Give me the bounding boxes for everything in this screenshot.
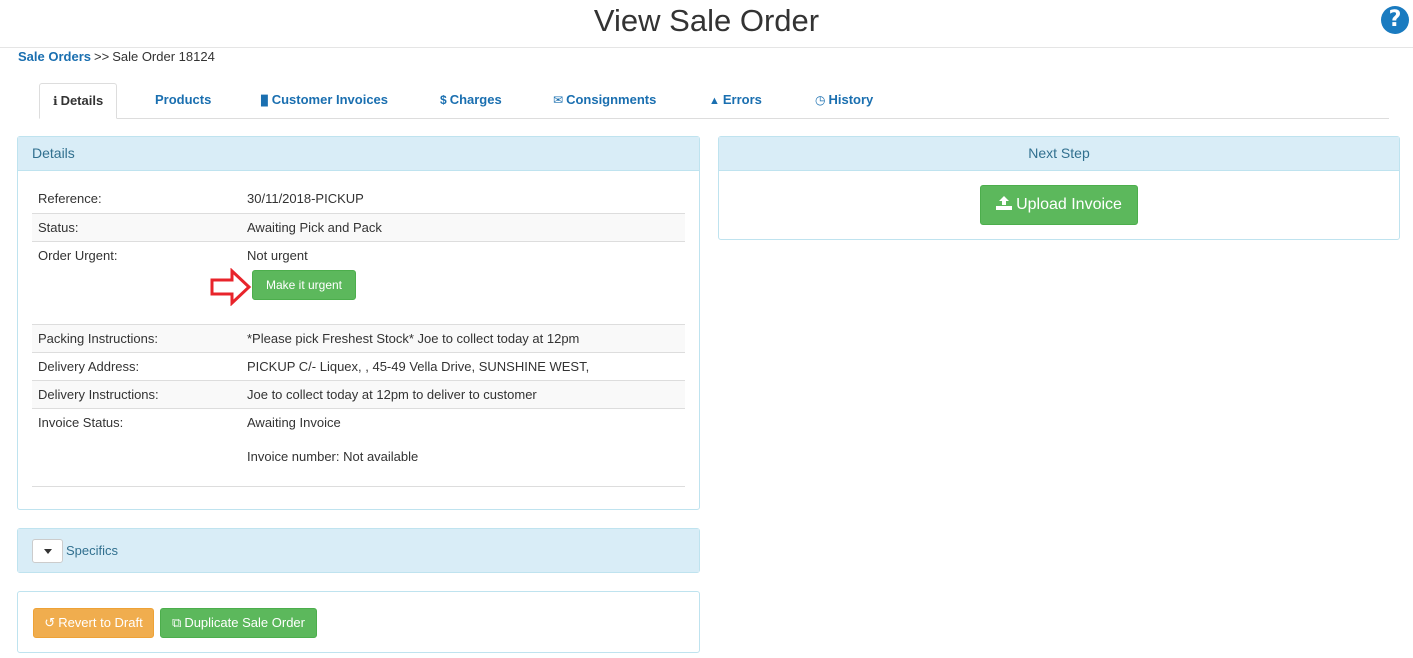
next-step-panel: Next Step Upload Invoice xyxy=(718,136,1400,240)
actions-panel: ↺ Revert to Draft ⧉ Duplicate Sale Order xyxy=(17,591,700,653)
tab-products[interactable]: Products xyxy=(155,83,211,119)
page-title: View Sale Order xyxy=(593,3,820,38)
detail-label: Invoice Status: xyxy=(38,415,124,430)
file-icon: ▉ xyxy=(261,96,269,107)
tab-errors[interactable]: ▲ Errors xyxy=(709,83,762,119)
detail-value: Joe to collect today at 12pm to deliver … xyxy=(247,387,537,402)
breadcrumb-sale-orders-link[interactable]: Sale Orders xyxy=(18,49,91,64)
detail-label: Order Urgent: xyxy=(38,248,118,263)
detail-row-order-urgent: Order Urgent: Not urgent Make it urgent xyxy=(32,241,685,324)
tab-bar: ℹ Details Products ▉ Customer Invoices $ Ch… xyxy=(39,83,1389,119)
detail-row-delivery-address: Delivery Address: PICKUP C/- Liquex, , 4… xyxy=(32,352,685,380)
info-icon: ℹ xyxy=(53,94,58,108)
detail-row-delivery-instructions: Delivery Instructions: Joe to collect to… xyxy=(32,380,685,408)
detail-value: *Please pick Freshest Stock* Joe to coll… xyxy=(247,331,580,346)
make-it-urgent-button[interactable]: Make it urgent xyxy=(252,270,356,300)
caret-down-icon xyxy=(43,549,52,555)
tab-consignments[interactable]: ✉ Consignments xyxy=(553,83,656,119)
detail-label: Delivery Instructions: xyxy=(38,387,159,402)
duplicate-sale-order-button[interactable]: ⧉ Duplicate Sale Order xyxy=(160,608,317,638)
tab-charges-label: Charges xyxy=(449,92,502,107)
detail-value: PICKUP C/- Liquex, , 45-49 Vella Drive, … xyxy=(247,359,590,374)
detail-row-packing-instructions: Packing Instructions: *Please pick Fresh… xyxy=(32,324,685,352)
detail-label: Packing Instructions: xyxy=(38,331,158,346)
detail-row-status: Status: Awaiting Pick and Pack xyxy=(32,213,685,241)
breadcrumb-separator: >> xyxy=(94,49,110,64)
specifics-toggle-button[interactable] xyxy=(32,539,63,563)
invoice-number-text: Invoice number: Not available xyxy=(247,449,419,464)
revert-to-draft-label: Revert to Draft xyxy=(58,615,143,630)
tab-history[interactable]: ◷ History xyxy=(815,83,873,119)
tab-details[interactable]: ℹ Details xyxy=(39,83,118,119)
warning-icon: ▲ xyxy=(709,95,720,107)
copy-icon: ⧉ xyxy=(172,615,182,630)
upload-icon xyxy=(996,196,1013,210)
header-divider xyxy=(0,47,1413,48)
specifics-panel: Specifics xyxy=(17,528,700,573)
dollar-icon: $ xyxy=(440,93,447,107)
tab-customer-invoices-label: Customer Invoices xyxy=(271,92,389,107)
detail-value: 30/11/2018-PICKUP xyxy=(247,191,364,206)
detail-row-reference: Reference: 30/11/2018-PICKUP xyxy=(32,185,685,214)
breadcrumb: Sale Orders >> Sale Order 18124 xyxy=(18,49,215,65)
clock-icon: ◷ xyxy=(815,93,826,107)
details-panel-heading: Details xyxy=(18,137,699,171)
tab-consignments-label: Consignments xyxy=(566,92,657,107)
revert-to-draft-button[interactable]: ↺ Revert to Draft xyxy=(33,608,154,638)
detail-value: Awaiting Pick and Pack xyxy=(247,220,382,235)
next-step-heading: Next Step xyxy=(719,137,1399,171)
tab-charges[interactable]: $ Charges xyxy=(440,83,502,119)
undo-icon: ↺ xyxy=(44,615,56,630)
upload-invoice-label: Upload Invoice xyxy=(1016,196,1122,213)
tab-products-label: Products xyxy=(155,92,212,107)
help-icon[interactable]: ? xyxy=(1381,6,1409,34)
upload-invoice-button[interactable]: Upload Invoice xyxy=(980,185,1138,225)
detail-label: Delivery Address: xyxy=(38,359,140,374)
tab-customer-invoices[interactable]: ▉ Customer Invoices xyxy=(261,83,388,119)
detail-label: Status: xyxy=(38,220,79,235)
tab-details-label: Details xyxy=(60,93,104,108)
envelope-icon: ✉ xyxy=(553,93,564,107)
tab-history-label: History xyxy=(828,92,874,107)
duplicate-sale-order-label: Duplicate Sale Order xyxy=(184,615,305,630)
detail-value: Not urgent xyxy=(247,248,308,263)
arrow-right-icon xyxy=(210,268,252,306)
breadcrumb-current: Sale Order 18124 xyxy=(112,49,215,64)
detail-row-invoice-status: Invoice Status: Awaiting Invoice Invoice… xyxy=(32,408,685,487)
detail-label: Reference: xyxy=(38,191,102,206)
detail-value: Awaiting Invoice xyxy=(247,415,341,430)
tab-errors-label: Errors xyxy=(722,92,762,107)
specifics-label[interactable]: Specifics xyxy=(18,529,699,572)
details-panel: Details Reference: 30/11/2018-PICKUP Sta… xyxy=(17,136,700,510)
